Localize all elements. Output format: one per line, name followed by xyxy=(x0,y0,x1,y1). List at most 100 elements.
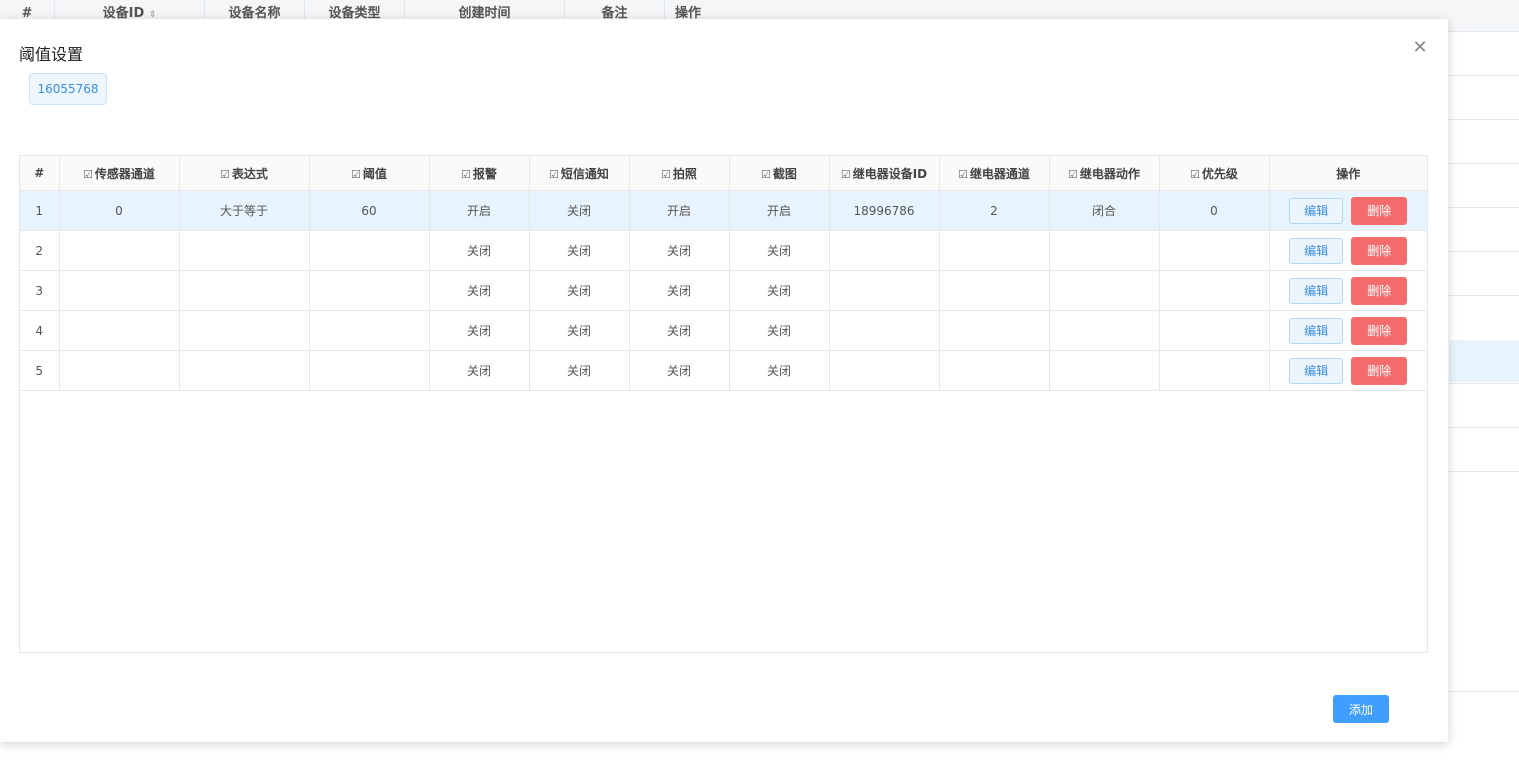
col-header-screenshot: ☑ 截图 xyxy=(729,156,830,191)
cell-index: 2 xyxy=(20,230,60,271)
edit-button[interactable]: 编辑 xyxy=(1289,237,1344,264)
edit-icon: ☑ xyxy=(549,167,559,181)
cell-alarm: 关闭 xyxy=(429,310,530,351)
cell-relay-channel xyxy=(939,270,1050,311)
cell-priority xyxy=(1159,350,1270,391)
bg-row-divider xyxy=(1449,75,1519,76)
bg-row-divider xyxy=(1449,251,1519,252)
cell-threshold xyxy=(309,270,430,311)
table-row[interactable]: 4 关闭 关闭 关闭 关闭 编辑 删除 xyxy=(20,310,1427,351)
cell-relay-id xyxy=(829,230,940,271)
delete-button[interactable]: 删除 xyxy=(1351,196,1408,225)
col-header-priority: ☑ 优先级 xyxy=(1159,156,1270,191)
cell-sms: 关闭 xyxy=(529,190,630,231)
cell-expression xyxy=(179,230,310,271)
threshold-settings-dialog: 阈值设置 ✕ 16055768 # ☑ 传感器通道 ☑ 表达式 ☑ 阈值 ☑ 报警 ☑ 短… xyxy=(0,19,1448,742)
cell-alarm: 关闭 xyxy=(429,270,530,311)
cell-actions: 编辑 删除 xyxy=(1269,350,1427,391)
col-header-relay-channel: ☑ 继电器通道 xyxy=(939,156,1050,191)
bg-selected-row xyxy=(1449,340,1519,382)
cell-priority xyxy=(1159,270,1270,311)
cell-actions: 编辑 删除 xyxy=(1269,310,1427,351)
cell-index: 5 xyxy=(20,350,60,391)
cell-screenshot: 关闭 xyxy=(729,270,830,311)
cell-photo: 开启 xyxy=(629,190,730,231)
edit-icon: ☑ xyxy=(840,167,851,181)
col-header-alarm: ☑ 报警 xyxy=(429,156,530,191)
col-header-expression: ☑ 表达式 xyxy=(179,156,310,191)
col-header-photo: ☑ 拍照 xyxy=(629,156,730,191)
delete-button[interactable]: 删除 xyxy=(1351,236,1408,265)
cell-alarm: 关闭 xyxy=(429,350,530,391)
cell-relay-channel xyxy=(939,350,1050,391)
cell-relay-id xyxy=(829,270,940,311)
cell-threshold xyxy=(309,350,430,391)
cell-screenshot: 关闭 xyxy=(729,230,830,271)
col-header-relay-action: ☑ 继电器动作 xyxy=(1049,156,1160,191)
cell-sms: 关闭 xyxy=(529,230,630,271)
cell-photo: 关闭 xyxy=(629,350,730,391)
table-row[interactable]: 5 关闭 关闭 关闭 关闭 编辑 删除 xyxy=(20,350,1427,391)
cell-expression: 大于等于 xyxy=(179,190,310,231)
cell-sms: 关闭 xyxy=(529,350,630,391)
edit-button[interactable]: 编辑 xyxy=(1289,197,1344,224)
cell-actions: 编辑 删除 xyxy=(1269,230,1427,271)
cell-photo: 关闭 xyxy=(629,310,730,351)
cell-screenshot: 关闭 xyxy=(729,350,830,391)
cell-relay-action xyxy=(1049,270,1160,311)
col-header-sms: ☑ 短信通知 xyxy=(529,156,630,191)
cell-priority xyxy=(1159,230,1270,271)
delete-button[interactable]: 删除 xyxy=(1351,276,1408,305)
cell-sensor-channel xyxy=(59,230,180,271)
bg-row-divider xyxy=(1449,471,1519,472)
cell-alarm: 开启 xyxy=(429,190,530,231)
dialog-title: 阈值设置 xyxy=(19,45,84,64)
bg-row-divider xyxy=(1449,295,1519,296)
edit-icon: ☑ xyxy=(351,167,361,181)
cell-screenshot: 开启 xyxy=(729,190,830,231)
cell-screenshot: 关闭 xyxy=(729,310,830,351)
cell-relay-action xyxy=(1049,310,1160,351)
cell-index: 3 xyxy=(20,270,60,311)
col-header-relay-id: ☑ 继电器设备ID xyxy=(829,156,940,191)
cell-sms: 关闭 xyxy=(529,270,630,311)
cell-alarm: 关闭 xyxy=(429,230,530,271)
edit-icon: ☑ xyxy=(461,167,471,181)
cell-sensor-channel xyxy=(59,310,180,351)
cell-index: 4 xyxy=(20,310,60,351)
bg-row-divider xyxy=(1449,163,1519,164)
cell-photo: 关闭 xyxy=(629,230,730,271)
cell-relay-action xyxy=(1049,350,1160,391)
cell-relay-channel xyxy=(939,230,1050,271)
table-row[interactable]: 1 0 大于等于 60 开启 关闭 开启 开启 18996786 2 闭合 0 编辑 删除 xyxy=(20,190,1427,231)
edit-button[interactable]: 编辑 xyxy=(1289,277,1344,304)
edit-icon: ☑ xyxy=(958,167,968,181)
cell-sensor-channel xyxy=(59,270,180,311)
add-button[interactable]: 添加 xyxy=(1333,695,1389,723)
device-id-tag[interactable]: 16055768 xyxy=(29,73,107,105)
threshold-table: # ☑ 传感器通道 ☑ 表达式 ☑ 阈值 ☑ 报警 ☑ 短信通知 ☑ 拍照 ☑ 截图 ☑ 继电器… xyxy=(19,155,1428,653)
edit-button[interactable]: 编辑 xyxy=(1289,317,1344,344)
delete-button[interactable]: 删除 xyxy=(1351,356,1408,385)
delete-button[interactable]: 删除 xyxy=(1351,316,1408,345)
col-header-index: # xyxy=(20,156,60,191)
edit-button[interactable]: 编辑 xyxy=(1289,357,1344,384)
cell-sensor-channel: 0 xyxy=(59,190,180,231)
bg-row-divider xyxy=(1449,383,1519,384)
edit-icon: ☑ xyxy=(661,167,671,181)
table-row[interactable]: 2 关闭 关闭 关闭 关闭 编辑 删除 xyxy=(20,230,1427,271)
edit-icon: ☑ xyxy=(1068,167,1078,181)
edit-icon: ☑ xyxy=(761,167,771,181)
cell-actions: 编辑 删除 xyxy=(1269,190,1427,231)
cell-relay-id xyxy=(829,350,940,391)
cell-relay-action: 闭合 xyxy=(1049,190,1160,231)
cell-threshold xyxy=(309,310,430,351)
cell-photo: 关闭 xyxy=(629,270,730,311)
cell-priority: 0 xyxy=(1159,190,1270,231)
bg-row-divider xyxy=(1449,427,1519,428)
close-icon[interactable]: ✕ xyxy=(1410,37,1430,58)
edit-icon: ☑ xyxy=(220,167,230,181)
cell-threshold: 60 xyxy=(309,190,430,231)
table-row[interactable]: 3 关闭 关闭 关闭 关闭 编辑 删除 xyxy=(20,270,1427,311)
col-header-threshold: ☑ 阈值 xyxy=(309,156,430,191)
